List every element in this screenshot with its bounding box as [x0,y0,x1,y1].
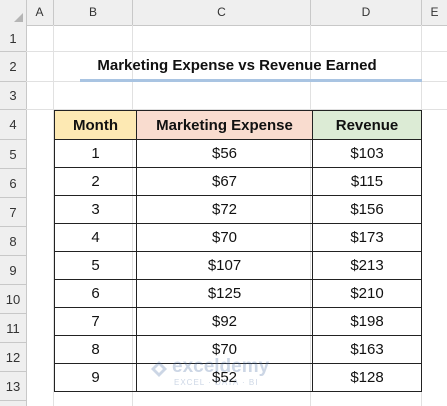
cell-revenue[interactable]: $103 [312,139,422,168]
header-month[interactable]: Month [54,110,137,140]
cell-revenue[interactable]: $210 [312,279,422,308]
table-row: 7 $92 $198 [54,307,422,336]
row-header-2[interactable]: 2 [0,52,26,82]
select-all-icon [14,13,23,22]
cell-expense[interactable]: $92 [136,307,313,336]
cell-month[interactable]: 8 [54,335,137,364]
column-header-bar: A B C D E [0,0,447,26]
cell-month[interactable]: 6 [54,279,137,308]
header-marketing-expense[interactable]: Marketing Expense [136,110,313,140]
cell-revenue[interactable]: $213 [312,251,422,280]
cell-expense[interactable]: $125 [136,279,313,308]
row-header-3[interactable]: 3 [0,82,26,110]
column-header-b[interactable]: B [54,0,133,25]
cell-expense[interactable]: $107 [136,251,313,280]
cell-expense[interactable]: $72 [136,195,313,224]
cell-month[interactable]: 3 [54,195,137,224]
cell-month[interactable]: 1 [54,139,137,168]
row-header-bar: 1 2 3 4 5 6 7 8 9 10 11 12 13 [0,25,27,406]
table-row: 1 $56 $103 [54,139,422,168]
data-table: Month Marketing Expense Revenue 1 $56 $1… [54,110,422,392]
cell-revenue[interactable]: $198 [312,307,422,336]
table-row: 3 $72 $156 [54,195,422,224]
row-header-7[interactable]: 7 [0,198,26,227]
header-revenue[interactable]: Revenue [312,110,422,140]
row-header-6[interactable]: 6 [0,169,26,198]
cell-revenue[interactable]: $173 [312,223,422,252]
row-header-4[interactable]: 4 [0,110,26,140]
column-header-d[interactable]: D [311,0,422,25]
cell-expense[interactable]: $67 [136,167,313,196]
cell-revenue[interactable]: $156 [312,195,422,224]
table-header-row: Month Marketing Expense Revenue [54,110,422,140]
cell-month[interactable]: 7 [54,307,137,336]
cell-month[interactable]: 4 [54,223,137,252]
column-header-a[interactable]: A [26,0,54,25]
cell-expense[interactable]: $70 [136,223,313,252]
column-header-e[interactable]: E [422,0,447,25]
sheet-title[interactable]: Marketing Expense vs Revenue Earned [54,51,420,81]
watermark-tagline: EXCEL · DATA · BI [174,378,259,387]
column-header-c[interactable]: C [133,0,311,25]
table-row: 5 $107 $213 [54,251,422,280]
row-header-5[interactable]: 5 [0,140,26,169]
row-header-13[interactable]: 13 [0,372,26,401]
row-header-1[interactable]: 1 [0,25,26,52]
row-header-8[interactable]: 8 [0,227,26,256]
row-header-11[interactable]: 11 [0,314,26,343]
row-header-10[interactable]: 10 [0,285,26,314]
watermark-name: exceldemy [172,356,270,377]
select-all-corner[interactable] [0,0,27,25]
row-header-12[interactable]: 12 [0,343,26,372]
table-row: 4 $70 $173 [54,223,422,252]
cell-revenue[interactable]: $115 [312,167,422,196]
cell-month[interactable]: 2 [54,167,137,196]
cell-month[interactable]: 9 [54,363,137,392]
table-row: 6 $125 $210 [54,279,422,308]
row-header-9[interactable]: 9 [0,256,26,285]
cell-revenue[interactable]: $163 [312,335,422,364]
cell-revenue[interactable]: $128 [312,363,422,392]
table-row: 2 $67 $115 [54,167,422,196]
spreadsheet: A B C D E 1 2 3 4 5 6 7 8 9 10 11 12 13 … [0,0,447,406]
title-underline [80,79,422,82]
exceldemy-logo-icon [151,361,167,377]
cell-month[interactable]: 5 [54,251,137,280]
cell-expense[interactable]: $56 [136,139,313,168]
watermark: exceldemy EXCEL · DATA · BI [150,356,300,392]
